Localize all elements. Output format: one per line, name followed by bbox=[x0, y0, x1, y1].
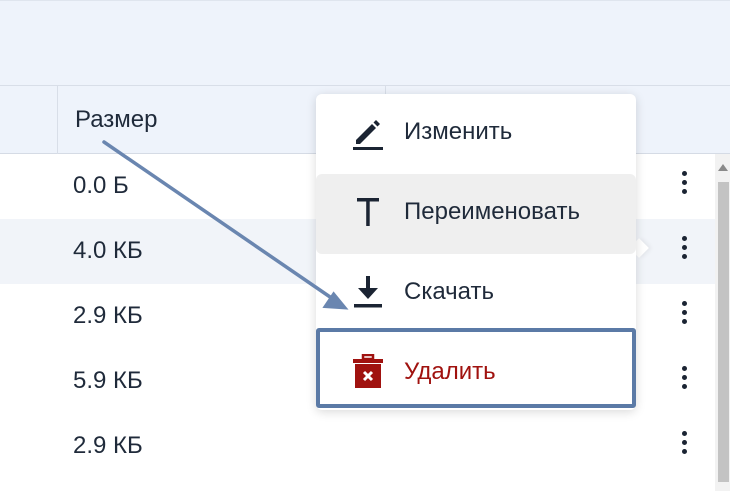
trash-icon bbox=[350, 353, 386, 390]
row-actions-kebab-icon[interactable] bbox=[672, 232, 696, 272]
row-actions-kebab-icon[interactable] bbox=[672, 297, 696, 337]
file-size: 2.9 КБ bbox=[73, 302, 143, 329]
pencil-icon bbox=[350, 114, 386, 150]
column-header-size[interactable]: Размер bbox=[75, 106, 158, 134]
download-icon bbox=[350, 274, 386, 310]
file-size: 4.0 КБ bbox=[73, 237, 143, 264]
file-size: 2.9 КБ bbox=[73, 432, 143, 459]
menu-item-download[interactable]: Скачать bbox=[316, 254, 636, 334]
toolbar-area bbox=[0, 0, 730, 86]
menu-item-label: Изменить bbox=[404, 118, 513, 145]
menu-item-label: Удалить bbox=[404, 358, 496, 385]
row-actions-kebab-icon[interactable] bbox=[672, 362, 696, 402]
menu-item-edit[interactable]: Изменить bbox=[316, 94, 636, 174]
row-actions-kebab-icon[interactable] bbox=[672, 167, 696, 207]
column-divider[interactable] bbox=[57, 86, 58, 154]
vertical-scrollbar[interactable] bbox=[715, 154, 730, 491]
scrollbar-thumb[interactable] bbox=[718, 182, 729, 482]
file-size: 5.9 КБ bbox=[73, 367, 143, 394]
menu-item-delete[interactable]: Удалить bbox=[316, 334, 636, 414]
table-row[interactable]: 2.9 КБ bbox=[0, 414, 715, 479]
scroll-up-arrow-icon[interactable] bbox=[718, 164, 728, 171]
context-menu: Изменить Переименовать Скачать Удалить bbox=[316, 94, 636, 410]
menu-item-rename[interactable]: Переименовать bbox=[316, 174, 636, 254]
row-actions-kebab-icon[interactable] bbox=[672, 427, 696, 467]
menu-item-label: Скачать bbox=[404, 278, 494, 305]
file-size: 0.0 Б bbox=[73, 172, 129, 199]
menu-item-label: Переименовать bbox=[404, 198, 580, 225]
text-icon bbox=[350, 194, 386, 230]
